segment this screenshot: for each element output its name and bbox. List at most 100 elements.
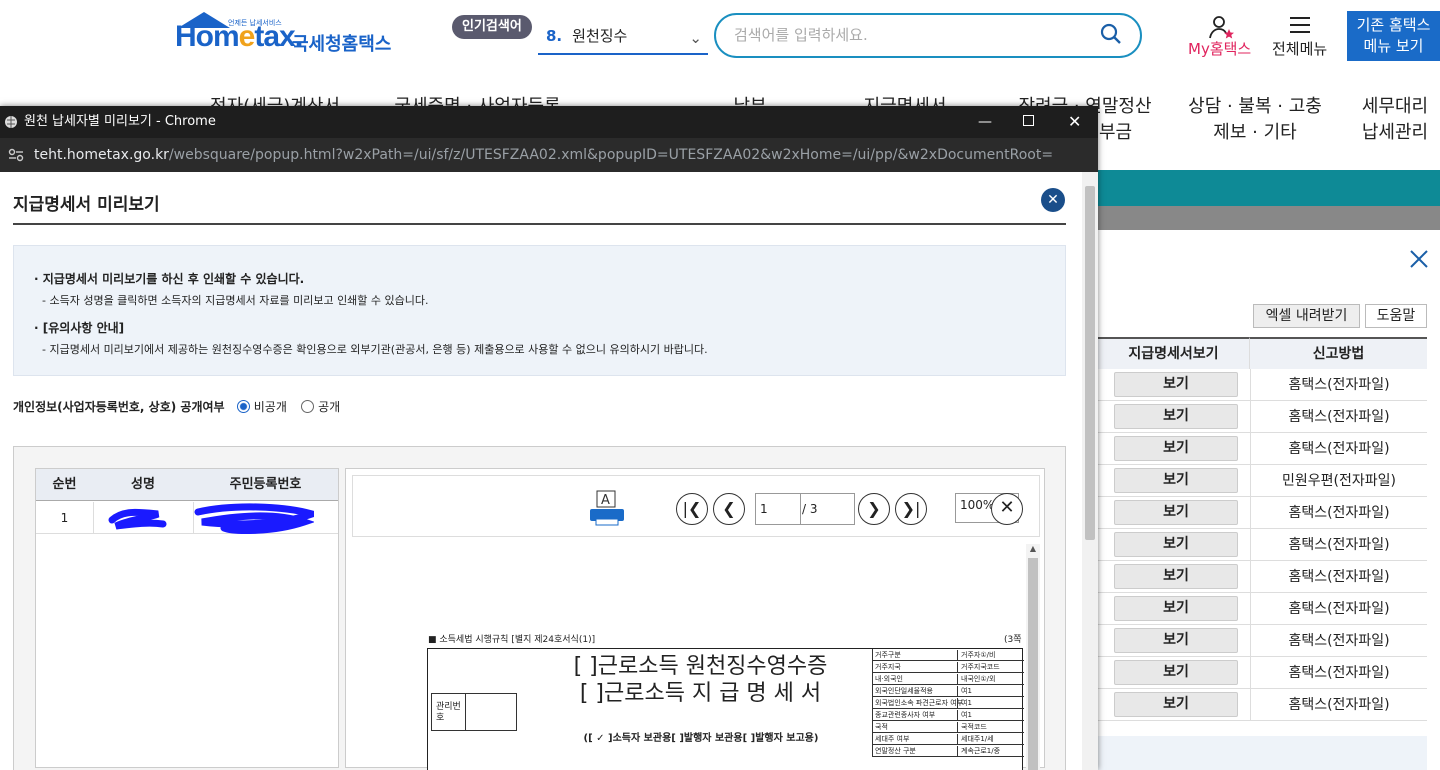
minimize-icon[interactable]: — — [978, 106, 992, 138]
popup-scrollbar[interactable] — [1082, 172, 1098, 770]
doc-form: 관리번호 [ ]근로소득 원천징수영수증[ ]근로소득 지 급 명 세 서 ([… — [427, 648, 1024, 770]
old-btn-line1: 기존 홈택스 — [1356, 16, 1431, 34]
site-settings-icon[interactable] — [8, 148, 24, 162]
viewer-scroll-thumb[interactable] — [1028, 558, 1038, 770]
nav-tax-agent[interactable]: 세무대리납세관리 — [1350, 94, 1440, 146]
close-icon[interactable] — [1408, 248, 1430, 270]
address-bar[interactable]: teht.hometax.go.kr/websquare/popup.html?… — [0, 138, 1098, 172]
zoom-close-icon[interactable]: ✕ — [991, 493, 1023, 525]
title-divider — [13, 223, 1066, 225]
privacy-public-label: 공개 — [318, 400, 341, 414]
nav-consult[interactable]: 상담 · 불복 · 고충 제보 · 기타 — [1180, 94, 1330, 146]
doc-mgmt-box: 관리번호 — [431, 693, 517, 731]
help-button[interactable]: 도움말 — [1365, 304, 1427, 328]
nav-label: 세무대리 — [1361, 96, 1429, 117]
bg-footer-panel — [1098, 736, 1427, 770]
section-bar — [1098, 170, 1440, 206]
viewer-scrollbar[interactable]: ▲ — [1026, 544, 1040, 770]
radio-checked[interactable] — [236, 400, 250, 413]
search-input[interactable]: 검색어를 입력하세요. — [714, 13, 1142, 58]
window-close-icon[interactable]: ✕ — [1068, 106, 1081, 138]
view-statement-button[interactable]: 보기 — [1114, 660, 1238, 685]
info-heading-2: · [유의사항 안내] — [34, 321, 125, 335]
url-path: /websquare/popup.html?w2xPath=/ui/sf/z/U… — [168, 147, 1054, 163]
scroll-up-icon[interactable]: ▲ — [1026, 544, 1040, 553]
next-page-button[interactable]: ❯ — [858, 493, 890, 525]
info-text-2-text: 지급명세서 미리보기에서 제공하는 원천징수영수증은 확인용으로 외부기관(관공… — [49, 343, 708, 356]
page-divider — [800, 494, 801, 524]
chevron-down-icon: ⌄ — [689, 29, 702, 47]
prev-page-button[interactable]: ❮ — [713, 493, 745, 525]
search-icon[interactable] — [1100, 23, 1122, 45]
redacted-name-scribble[interactable] — [108, 506, 168, 532]
view-statement-button[interactable]: 보기 — [1114, 628, 1238, 653]
doc-subtitle: ([ ✓ ]소득자 보관용[ ]발행자 보관용[ ]발행자 보고용) — [583, 733, 819, 744]
doc-field-label: 종교관련종사자 여부 — [875, 711, 936, 719]
logo[interactable]: Hometax. — [175, 20, 303, 54]
view-statement-button[interactable]: 보기 — [1114, 436, 1238, 461]
hamburger-menu-icon[interactable] — [1290, 17, 1310, 33]
popular-search-select[interactable]: 8. 원천징수 ⌄ — [538, 22, 708, 55]
page-total: / 3 — [802, 502, 818, 516]
all-menu-link[interactable]: 전체메뉴 — [1272, 38, 1327, 59]
info-heading-2-text: [유의사항 안내] — [42, 321, 125, 335]
doc-field-row: 세대주 여부 세대주1/세 — [872, 733, 1024, 745]
doc-field-value: 여1 — [957, 710, 972, 720]
doc-field-value: 국적코드 — [957, 722, 987, 732]
view-statement-button[interactable]: 보기 — [1114, 404, 1238, 429]
first-page-button[interactable]: |❮ — [676, 493, 708, 525]
doc-field-label: 거주지국 — [875, 663, 901, 671]
table-row: 보기 홈택스(전자파일) — [1098, 497, 1427, 529]
nav-label-2: 납세관리 — [1361, 122, 1429, 143]
view-statement-button[interactable]: 보기 — [1114, 532, 1238, 557]
table-row: 보기 홈택스(전자파일) — [1098, 433, 1427, 465]
doc-field-row: 거주지국 거주지국코드 — [872, 661, 1024, 673]
info-text-1-text: 소득자 성명을 클릭하면 소득자의 지급명세서 자료를 미리보고 인쇄할 수 있… — [49, 294, 429, 307]
last-page-button[interactable]: ❯| — [895, 493, 927, 525]
info-box: · 지급명세서 미리보기를 하신 후 인쇄할 수 있습니다. - 소득자 성명을… — [13, 245, 1066, 376]
filing-method-cell: 홈택스(전자파일) — [1250, 561, 1427, 593]
filing-method-cell: 홈택스(전자파일) — [1250, 369, 1427, 401]
maximize-icon[interactable] — [1023, 115, 1034, 126]
radio-unchecked[interactable] — [301, 400, 315, 413]
excel-download-button[interactable]: 엑셀 내려받기 — [1253, 304, 1360, 328]
my-hometax-link[interactable]: My홈택스 — [1188, 38, 1251, 59]
old-hometax-menu-button[interactable]: 기존 홈택스 메뉴 보기 — [1347, 11, 1440, 61]
doc-title-1: [ ]근로소득 원천징수영수증 — [573, 654, 828, 679]
popup-scroll-thumb[interactable] — [1085, 186, 1095, 540]
view-statement-button[interactable]: 보기 — [1114, 692, 1238, 717]
row-no: 1 — [60, 511, 69, 525]
page-input[interactable]: 1 / 3 — [755, 493, 855, 525]
close-icon[interactable]: ✕ — [1041, 188, 1065, 212]
doc-field-label: 세대주 여부 — [875, 735, 910, 743]
redacted-rrn-scribble — [194, 503, 314, 534]
filing-method-cell: 홈택스(전자파일) — [1250, 497, 1427, 529]
doc-field-label: 내·외국인 — [875, 675, 903, 683]
logo-text-pre: Hom — [175, 20, 240, 53]
view-statement-button[interactable]: 보기 — [1114, 468, 1238, 493]
doc-field-label: 거주구분 — [875, 651, 901, 659]
logo-korean: 국세청홈택스 — [292, 34, 392, 55]
col-header-view: 지급명세서보기 — [1098, 337, 1250, 369]
view-statement-button[interactable]: 보기 — [1114, 596, 1238, 621]
privacy-public-option[interactable]: 공개 — [301, 400, 340, 414]
table-row: 보기 홈택스(전자파일) — [1098, 401, 1427, 433]
doc-field-value: 거주자①/비 — [957, 650, 995, 660]
print-icon[interactable]: A — [588, 489, 626, 529]
window-title: 원천 납세자별 미리보기 - Chrome — [24, 114, 216, 129]
table-row[interactable]: 1 — [36, 502, 338, 534]
view-statement-button[interactable]: 보기 — [1114, 500, 1238, 525]
page-title: 지급명세서 미리보기 — [13, 195, 160, 215]
table-row: 보기 홈택스(전자파일) — [1098, 561, 1427, 593]
chrome-popup-window: 원천 납세자별 미리보기 - Chrome — ✕ teht.hometax.g… — [0, 106, 1098, 770]
doc-title-2: [ ]근로소득 지 급 명 세 서 — [579, 681, 822, 706]
filing-method-cell: 홈택스(전자파일) — [1250, 433, 1427, 465]
globe-icon — [5, 116, 17, 128]
info-text-1: - 소득자 성명을 클릭하면 소득자의 지급명세서 자료를 미리보고 인쇄할 수… — [42, 294, 429, 307]
view-statement-button[interactable]: 보기 — [1114, 372, 1238, 397]
view-statement-button[interactable]: 보기 — [1114, 564, 1238, 589]
doc-field-row: 국적 국적코드 — [872, 721, 1024, 733]
info-heading-1-text: 지급명세서 미리보기를 하신 후 인쇄할 수 있습니다. — [42, 272, 305, 286]
payee-list: 순번 성명 주민등록번호 1 — [35, 468, 339, 768]
privacy-private-option[interactable]: 비공개 — [236, 400, 287, 414]
